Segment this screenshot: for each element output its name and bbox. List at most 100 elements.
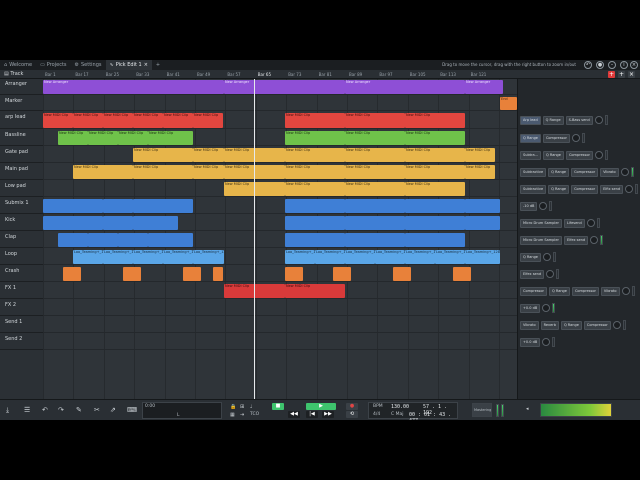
tab-welcome[interactable]: ⌂ Welcome: [0, 60, 36, 70]
forward-button[interactable]: ▶▶: [322, 411, 334, 418]
clip[interactable]: New MIDI Clip: [285, 113, 345, 128]
clip[interactable]: [405, 233, 465, 247]
clip[interactable]: New MIDI Clip: [285, 148, 345, 162]
clip[interactable]: [133, 199, 193, 213]
clip[interactable]: New MIDI Clip: [285, 182, 345, 196]
volume-knob[interactable]: [542, 304, 551, 312]
volume-knob[interactable]: [621, 287, 630, 295]
key-signature[interactable]: C Maj: [391, 412, 403, 417]
track-name[interactable]: Loop: [0, 249, 43, 265]
plugin-slot[interactable]: Q Range: [560, 320, 582, 330]
volume-knob[interactable]: [594, 151, 603, 159]
track-name[interactable]: Clap: [0, 232, 43, 248]
plugin-slot[interactable]: Subtractive: [520, 167, 547, 177]
clip[interactable]: New MIDI Clip: [285, 284, 345, 298]
clip[interactable]: [345, 199, 405, 213]
volume-knob[interactable]: [625, 185, 634, 193]
plugin-slot[interactable]: Compressor: [542, 133, 570, 143]
clip[interactable]: [285, 267, 303, 281]
clip[interactable]: New MIDI Clip: [285, 165, 345, 179]
clip[interactable]: New Arranger: [345, 80, 465, 94]
add-track-button[interactable]: +: [608, 71, 615, 78]
plugin-slot[interactable]: Subtra...: [520, 150, 541, 160]
clip[interactable]: New MIDI Clip: [133, 113, 163, 128]
clip[interactable]: End: [500, 97, 517, 110]
play-button[interactable]: ▶: [306, 403, 336, 410]
plugin-slot[interactable]: Lifesend: [563, 218, 585, 228]
volume-knob[interactable]: [542, 338, 551, 346]
tools-icon[interactable]: ✂: [94, 406, 100, 414]
track-lane[interactable]: [43, 317, 517, 333]
track-lane[interactable]: [43, 334, 517, 350]
track-name[interactable]: Marker: [0, 96, 43, 111]
clip[interactable]: New MIDI Clip: [73, 165, 133, 179]
undo-icon[interactable]: ↶: [584, 61, 592, 69]
speaker-icon[interactable]: ◂: [526, 406, 529, 412]
clip[interactable]: Loo_Teaming+_128_1/07: [193, 250, 224, 264]
clip[interactable]: New MIDI Clip: [345, 131, 405, 145]
clip[interactable]: [133, 216, 178, 230]
plugin-slot[interactable]: Vibrato: [520, 320, 539, 330]
volume-knob[interactable]: [542, 253, 551, 261]
plugin-slot[interactable]: Arp lead: [520, 115, 541, 125]
clip[interactable]: [285, 199, 345, 213]
rewind-button[interactable]: ◀◀: [288, 411, 300, 418]
clip[interactable]: [405, 216, 465, 230]
track-lane[interactable]: [43, 266, 517, 282]
plugin-slot[interactable]: Elfex send: [520, 269, 545, 279]
plugin-slot[interactable]: Q Range: [548, 167, 570, 177]
minimize-icon[interactable]: –: [608, 61, 616, 69]
volume-knob[interactable]: [590, 236, 599, 244]
clip[interactable]: Loo_Teaming+_128_1/07: [315, 250, 345, 264]
track-name[interactable]: Main pad: [0, 164, 43, 180]
clip[interactable]: [465, 199, 500, 213]
add-folder-button[interactable]: +: [618, 71, 625, 78]
plugin-slot[interactable]: Compressor: [565, 150, 593, 160]
clip[interactable]: [148, 233, 193, 247]
plugin-slot[interactable]: Q Range: [548, 286, 570, 296]
clip[interactable]: [393, 267, 411, 281]
arrange-grid[interactable]: New Arranger New Arranger New Arranger New …: [43, 79, 517, 399]
keyboard-icon[interactable]: ⌨: [127, 406, 137, 414]
clip[interactable]: New MIDI Clip: [148, 131, 193, 145]
track-name[interactable]: Arranger: [0, 79, 43, 95]
plugin-slot[interactable]: Vibrato: [600, 286, 620, 296]
clip[interactable]: New MIDI Clip: [345, 182, 405, 196]
clip[interactable]: Loo_Teaming+_128_1/07: [405, 250, 435, 264]
clip[interactable]: New MIDI Clip: [345, 148, 405, 162]
pencil-icon[interactable]: ✎: [76, 406, 82, 414]
clip[interactable]: New MIDI Clip: [465, 148, 495, 162]
clip[interactable]: New MIDI Clip: [73, 113, 103, 128]
clip[interactable]: New MIDI Clip: [58, 131, 88, 145]
clip[interactable]: Loo_Teaming+_128_1/07: [285, 250, 315, 264]
track-name[interactable]: Gate pad: [0, 147, 43, 163]
plugin-slot[interactable]: Subtractive: [520, 184, 547, 194]
bpm-value[interactable]: 130.00: [391, 404, 409, 410]
volume-knob[interactable]: [586, 219, 595, 227]
clip[interactable]: [118, 233, 148, 247]
clip[interactable]: [58, 233, 88, 247]
lock-icon[interactable]: 🔒: [230, 404, 236, 410]
plugin-slot[interactable]: S-Bass send: [565, 115, 593, 125]
plugin-slot[interactable]: Compressor: [520, 286, 547, 296]
clip[interactable]: [43, 216, 103, 230]
volume-knob[interactable]: [612, 321, 621, 329]
plugin-slot[interactable]: Micro Drum Sampler: [520, 235, 562, 245]
clip[interactable]: Loo_Teaming+_128_1/07: [435, 250, 465, 264]
clip[interactable]: [213, 267, 223, 281]
snap-icon[interactable]: ⊞: [240, 404, 244, 410]
volume-knob[interactable]: [620, 168, 629, 176]
clip[interactable]: New MIDI Clip: [103, 113, 133, 128]
clip[interactable]: [345, 216, 405, 230]
add-tab-button[interactable]: +: [152, 60, 164, 70]
clip[interactable]: New MIDI Clip: [345, 113, 405, 128]
clip[interactable]: [63, 267, 81, 281]
plugin-slot[interactable]: Q Range: [520, 133, 541, 143]
track-name[interactable]: Bassline: [0, 130, 43, 146]
track-name[interactable]: Send 2: [0, 334, 43, 350]
loop-button[interactable]: ⟲: [346, 411, 358, 418]
clip[interactable]: New MIDI Clip: [405, 131, 465, 145]
track-name[interactable]: Submix 1: [0, 198, 43, 214]
clip[interactable]: New MIDI Clip: [88, 131, 118, 145]
playhead[interactable]: [254, 79, 255, 399]
